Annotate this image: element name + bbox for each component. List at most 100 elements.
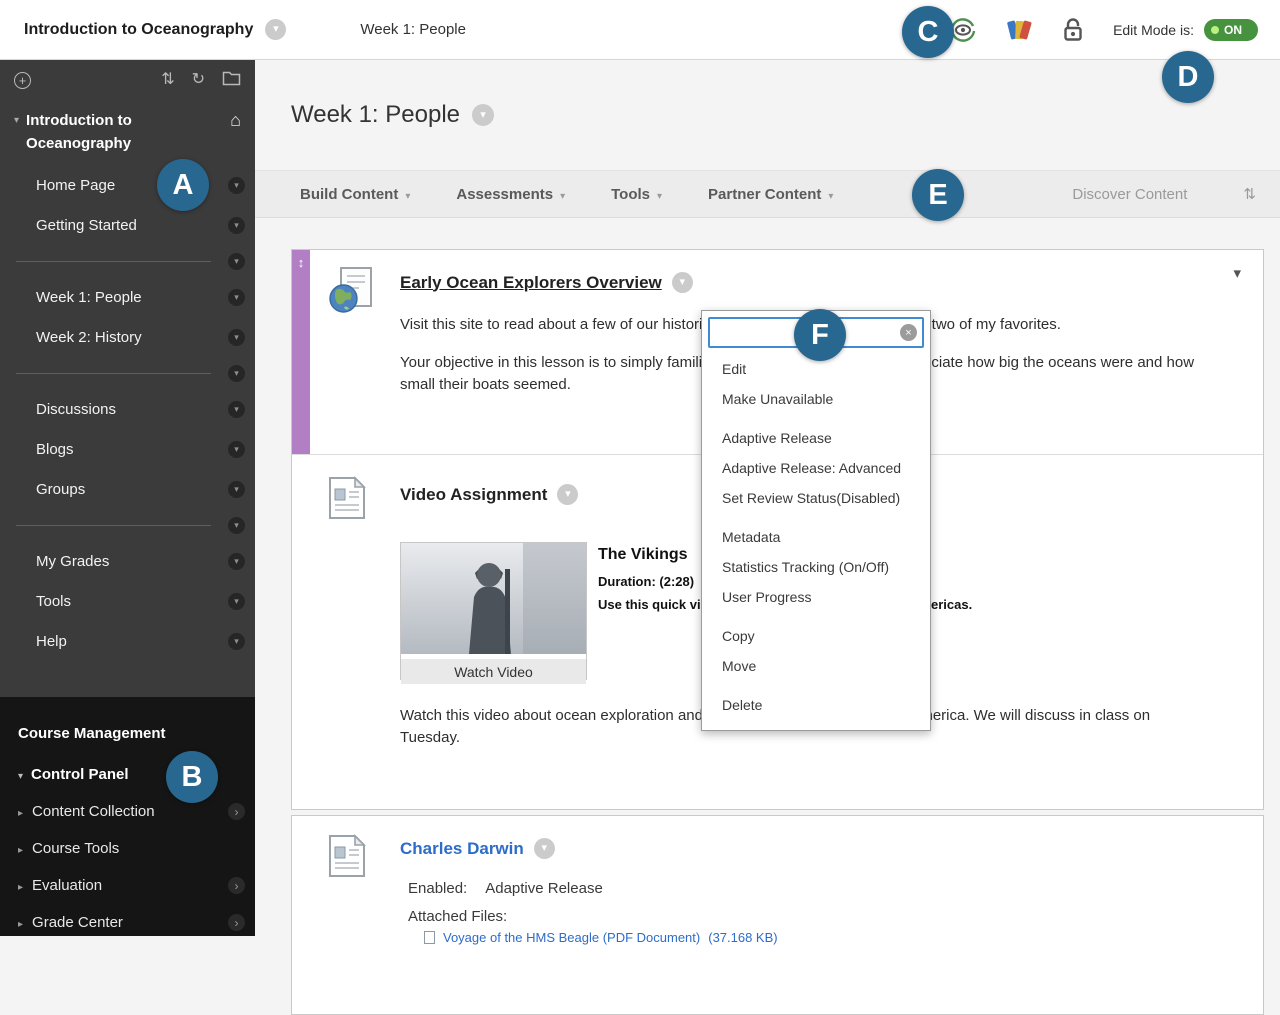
discover-content-link[interactable]: Discover Content [1072, 186, 1187, 203]
reorder-icon[interactable] [161, 72, 174, 88]
chevron-down-icon[interactable] [228, 516, 245, 534]
item2-title[interactable]: Video Assignment [400, 485, 547, 505]
collapse-item-caret-icon[interactable] [1233, 264, 1241, 282]
control-panel-item[interactable]: Evaluation › [0, 867, 255, 904]
drag-handle-icon[interactable] [292, 255, 310, 270]
chevron-right-icon[interactable]: › [228, 877, 245, 894]
action-bar-button-label: Build Content [300, 185, 399, 203]
refresh-icon[interactable] [192, 72, 205, 88]
chevron-down-icon[interactable] [228, 552, 245, 570]
context-menu-item[interactable]: Set Review Status(Disabled) [702, 483, 930, 513]
item1-title[interactable]: Early Ocean Explorers Overview [400, 273, 662, 293]
theme-palette-icon[interactable] [1006, 17, 1033, 43]
chevron-right-icon[interactable]: › [228, 803, 245, 820]
sidebar-item[interactable]: Tools [0, 581, 255, 621]
edit-mode-toggle[interactable]: ON [1204, 18, 1258, 41]
sidebar-item[interactable]: Help [0, 621, 255, 661]
add-menu-item-icon[interactable] [14, 71, 31, 89]
sort-icon[interactable] [1243, 185, 1256, 203]
chevron-down-icon[interactable] [228, 440, 245, 458]
sidebar-item[interactable]: Discussions [0, 389, 255, 429]
context-menu-item[interactable]: Metadata [702, 522, 930, 552]
context-menu-item[interactable]: User Progress [702, 582, 930, 612]
clear-search-icon[interactable] [900, 324, 917, 341]
breadcrumb[interactable]: Week 1: People [360, 21, 466, 38]
chevron-down-icon[interactable] [228, 400, 245, 418]
sidebar-item[interactable]: Groups [0, 469, 255, 509]
caret-down-icon [560, 186, 565, 203]
watch-video-button[interactable]: Watch Video [401, 659, 586, 684]
chevron-down-icon[interactable] [228, 632, 245, 650]
content-list-continued: Charles Darwin Enabled: Adaptive Release… [291, 815, 1264, 1015]
control-panel-item[interactable]: Content Collection › [0, 793, 255, 830]
sidebar-item-label: Getting Started [36, 216, 137, 234]
expand-caret-icon[interactable] [18, 914, 23, 931]
control-panel-item[interactable]: Grade Center › [0, 904, 255, 941]
menu-divider [0, 509, 255, 541]
menu-divider [0, 357, 255, 389]
action-bar-button[interactable]: Assessments [456, 186, 565, 203]
attached-file-row[interactable]: Voyage of the HMS Beagle (PDF Document) … [424, 930, 778, 945]
sidebar-item[interactable]: Home Page [0, 165, 255, 205]
action-bar-button[interactable]: Build Content [300, 186, 410, 203]
sidebar-item[interactable]: Week 1: People [0, 277, 255, 317]
attached-file-name[interactable]: Voyage of the HMS Beagle (PDF Document) [443, 930, 700, 945]
chevron-down-icon[interactable] [472, 104, 494, 126]
chevron-down-icon[interactable] [228, 592, 245, 610]
chevron-right-icon[interactable]: › [228, 914, 245, 931]
sidebar-item-label: Week 2: History [36, 328, 142, 346]
action-bar-button[interactable]: Partner Content [708, 186, 833, 203]
context-menu-group: Delete [702, 690, 930, 720]
callout-e: E [912, 169, 964, 221]
expand-caret-icon[interactable] [18, 877, 23, 894]
context-menu-group: Metadata Statistics Tracking (On/Off) User… [702, 522, 930, 612]
chevron-down-icon[interactable] [265, 19, 287, 40]
caret-down-icon [18, 766, 23, 783]
item-options-chevron-icon[interactable] [533, 838, 555, 859]
action-bar-buttons: Build Content Assessments Tools Partner … [300, 186, 833, 203]
display-options-folder-icon[interactable] [222, 71, 241, 90]
context-menu-item[interactable]: Move [702, 651, 930, 681]
action-bar-button[interactable]: Tools [611, 186, 662, 203]
control-panel-label: Control Panel [31, 766, 129, 783]
chevron-down-icon[interactable] [228, 216, 245, 234]
chevron-down-icon[interactable] [228, 328, 245, 346]
context-menu-item[interactable]: Adaptive Release: Advanced [702, 453, 930, 483]
control-panel-item[interactable]: Course Tools [0, 830, 255, 867]
video-thumbnail[interactable]: Watch Video [400, 542, 587, 684]
callout-f: F [794, 309, 846, 361]
lock-icon[interactable] [1061, 17, 1085, 43]
item-options-chevron-icon[interactable] [557, 484, 579, 505]
sidebar-item[interactable]: My Grades [0, 541, 255, 581]
expand-caret-icon[interactable] [18, 803, 23, 820]
chevron-down-icon[interactable] [228, 252, 245, 270]
sidebar-item[interactable]: Getting Started [0, 205, 255, 245]
sidebar-course-title[interactable]: Introduction to Oceanography [26, 110, 132, 155]
item-options-chevron-icon[interactable] [671, 272, 693, 293]
chevron-down-icon[interactable] [228, 480, 245, 498]
context-menu-item[interactable]: Adaptive Release [702, 423, 930, 453]
action-bar-button-label: Tools [611, 185, 651, 203]
menu-group-3: Discussions Blogs Groups [0, 389, 255, 509]
callout-b: B [166, 751, 218, 803]
home-icon[interactable] [230, 110, 241, 155]
context-menu-item[interactable]: Delete [702, 690, 930, 720]
course-menu-sidebar: Introduction to Oceanography Home Page G… [0, 60, 255, 936]
chevron-down-icon[interactable] [228, 288, 245, 306]
control-panel-item-label: Grade Center [32, 914, 123, 931]
chevron-down-icon[interactable] [228, 364, 245, 382]
context-menu-item[interactable]: Copy [702, 621, 930, 651]
enabled-row: Enabled: Adaptive Release [408, 880, 603, 897]
context-menu-item[interactable]: Statistics Tracking (On/Off) [702, 552, 930, 582]
context-menu-item[interactable]: Make Unavailable [702, 384, 930, 414]
control-panel-item-label: Evaluation [32, 877, 103, 894]
action-bar-right: Discover Content [1072, 185, 1256, 203]
expand-caret-icon[interactable] [18, 840, 23, 857]
sidebar-item-label: My Grades [36, 552, 110, 570]
sidebar-item[interactable]: Blogs [0, 429, 255, 469]
course-management-panel: Course Management Control Panel Content … [0, 697, 255, 936]
item3-title-link[interactable]: Charles Darwin [400, 839, 524, 859]
chevron-down-icon[interactable] [228, 176, 245, 194]
collapse-caret-icon[interactable] [14, 115, 19, 155]
sidebar-item[interactable]: Week 2: History [0, 317, 255, 357]
